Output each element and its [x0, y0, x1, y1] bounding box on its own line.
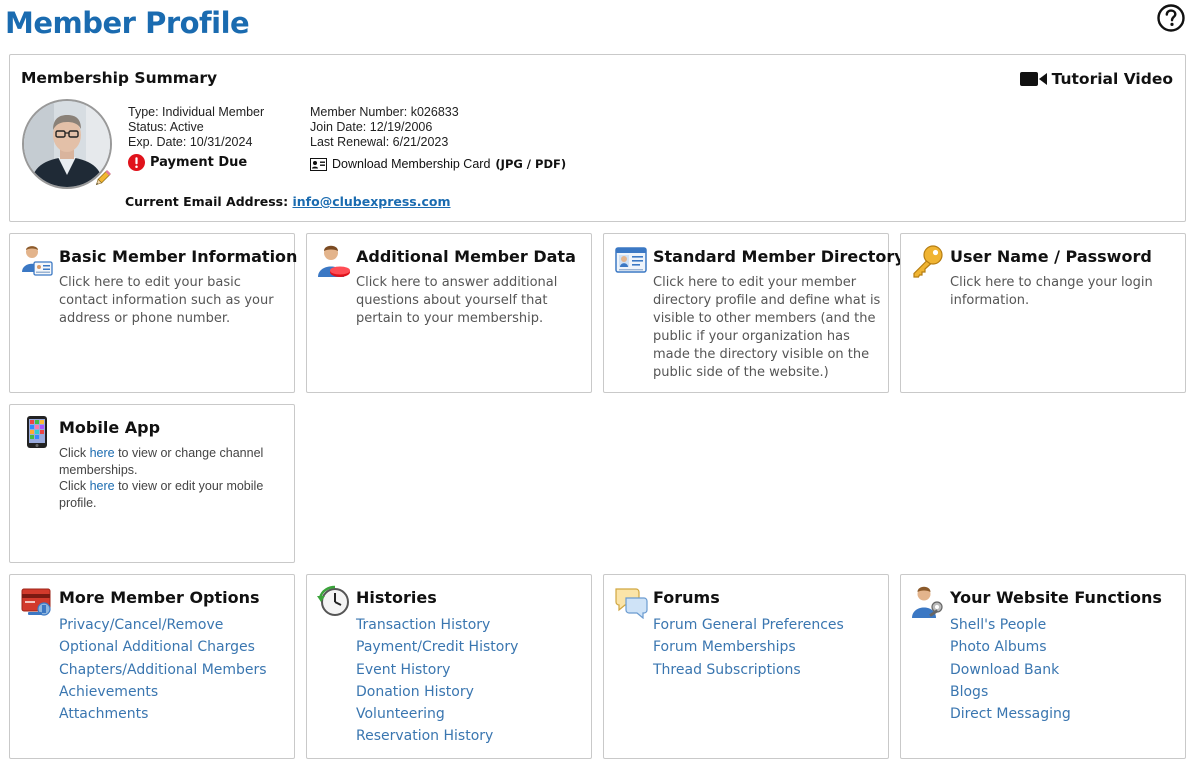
- membership-summary-title: Membership Summary: [21, 69, 218, 87]
- tile-description: Click here to edit your member directory…: [653, 275, 881, 380]
- video-camera-icon: [1019, 72, 1047, 86]
- website-functions-links: Shell's People Photo Albums Download Ban…: [950, 614, 1071, 725]
- forums-links: Forum General Preferences Forum Membersh…: [653, 614, 844, 681]
- website-functions-icon: [912, 586, 943, 618]
- chat-bubbles-icon: [615, 588, 648, 619]
- payment-due-alert[interactable]: Payment Due: [128, 154, 247, 171]
- link-achievements[interactable]: Achievements: [59, 681, 267, 703]
- member-status: Status: Active: [128, 120, 204, 134]
- tile-description: Click here to edit your basic contact in…: [59, 275, 274, 326]
- link-optional-additional-charges[interactable]: Optional Additional Charges: [59, 636, 267, 658]
- options-card-icon: [21, 588, 51, 616]
- tile-title: Forums: [653, 588, 720, 607]
- alert-icon: [128, 154, 145, 171]
- mobile-profile-link[interactable]: here: [90, 479, 115, 493]
- tile-histories: Histories Transaction History Payment/Cr…: [306, 574, 592, 759]
- link-photo-albums[interactable]: Photo Albums: [950, 636, 1071, 658]
- tutorial-video-label: Tutorial Video: [1051, 70, 1173, 88]
- help-circle-icon[interactable]: [1156, 3, 1186, 33]
- tutorial-video-link[interactable]: Tutorial Video: [1019, 70, 1173, 88]
- download-card-label: Download Membership Card: [332, 157, 491, 171]
- member-id-icon: [22, 246, 53, 276]
- membership-details: Type: Individual Member Status: Active E…: [128, 105, 264, 150]
- member-data-icon: [318, 245, 350, 277]
- directory-card-icon: [615, 247, 647, 273]
- tile-your-website-functions: Your Website Functions Shell's People Ph…: [900, 574, 1186, 759]
- link-event-history[interactable]: Event History: [356, 659, 518, 681]
- link-thread-subscriptions[interactable]: Thread Subscriptions: [653, 659, 844, 681]
- tile-title: Histories: [356, 588, 437, 607]
- tile-title: Mobile App: [59, 418, 161, 437]
- mobile-phone-icon: [27, 416, 47, 448]
- tile-title: User Name / Password: [950, 247, 1152, 266]
- link-forum-memberships[interactable]: Forum Memberships: [653, 636, 844, 658]
- id-card-icon: [310, 157, 327, 171]
- join-date: Join Date: 12/19/2006: [310, 120, 433, 134]
- expiration-date: Exp. Date: 10/31/2024: [128, 135, 253, 149]
- tile-description: Click here to view or change channel mem…: [59, 445, 289, 511]
- card-formats: (JPG / PDF): [495, 157, 567, 171]
- email-label: Current Email Address:: [125, 194, 289, 209]
- mobile-profile-text: Click here to view or edit your mobile p…: [59, 479, 264, 510]
- link-attachments[interactable]: Attachments: [59, 703, 267, 725]
- channel-memberships-link[interactable]: here: [90, 446, 115, 460]
- edit-photo-pencil-icon[interactable]: [92, 169, 112, 189]
- tile-description: Click here to change your login informat…: [950, 275, 1153, 308]
- link-volunteering[interactable]: Volunteering: [356, 703, 518, 725]
- membership-numbers: Member Number: k026833 Join Date: 12/19/…: [310, 105, 459, 150]
- current-email-row: Current Email Address: info@clubexpress.…: [125, 194, 451, 209]
- email-link[interactable]: info@clubexpress.com: [292, 194, 450, 209]
- tile-description: Click here to answer additional question…: [356, 275, 558, 326]
- page-title: Member Profile: [5, 6, 250, 40]
- key-icon: [913, 245, 943, 278]
- tile-forums: Forums Forum General Preferences Forum M…: [603, 574, 889, 759]
- tile-more-member-options: More Member Options Privacy/Cancel/Remov…: [9, 574, 295, 759]
- link-payment-credit-history[interactable]: Payment/Credit History: [356, 636, 518, 658]
- membership-summary-panel: Membership Summary Tutorial Video Type: …: [9, 54, 1186, 222]
- member-type: Type: Individual Member: [128, 105, 265, 119]
- link-shells-people[interactable]: Shell's People: [950, 614, 1071, 636]
- tile-basic-member-information[interactable]: Basic Member Information Click here to e…: [9, 233, 298, 393]
- link-blogs[interactable]: Blogs: [950, 681, 1071, 703]
- tile-mobile-app[interactable]: Mobile App Click here to view or change …: [9, 404, 295, 563]
- payment-due-label: Payment Due: [150, 155, 248, 170]
- channel-memberships-text: Click here to view or change channel mem…: [59, 446, 264, 477]
- link-direct-messaging[interactable]: Direct Messaging: [950, 703, 1071, 725]
- tile-title: Standard Member Directory: [653, 247, 905, 266]
- more-options-links: Privacy/Cancel/Remove Optional Additiona…: [59, 614, 267, 725]
- tile-title: Additional Member Data: [356, 247, 576, 266]
- link-privacy-cancel-remove[interactable]: Privacy/Cancel/Remove: [59, 614, 267, 636]
- tile-additional-member-data[interactable]: Additional Member Data Click here to ans…: [306, 233, 592, 393]
- tile-title: More Member Options: [59, 588, 260, 607]
- link-donation-history[interactable]: Donation History: [356, 681, 518, 703]
- last-renewal: Last Renewal: 6/21/2023: [310, 135, 449, 149]
- download-membership-card-link[interactable]: Download Membership Card (JPG / PDF): [310, 157, 566, 171]
- tile-standard-member-directory[interactable]: Standard Member Directory Click here to …: [603, 233, 905, 393]
- link-download-bank[interactable]: Download Bank: [950, 659, 1071, 681]
- member-number: Member Number: k026833: [310, 105, 459, 119]
- histories-links: Transaction History Payment/Credit Histo…: [356, 614, 518, 748]
- tile-title: Basic Member Information: [59, 247, 298, 266]
- link-transaction-history[interactable]: Transaction History: [356, 614, 518, 636]
- link-forum-general-preferences[interactable]: Forum General Preferences: [653, 614, 844, 636]
- tile-title: Your Website Functions: [950, 588, 1162, 607]
- link-reservation-history[interactable]: Reservation History: [356, 725, 518, 747]
- history-clock-icon: [317, 585, 349, 616]
- tile-user-name-password[interactable]: User Name / Password Click here to chang…: [900, 233, 1186, 393]
- link-chapters-additional-members[interactable]: Chapters/Additional Members: [59, 659, 267, 681]
